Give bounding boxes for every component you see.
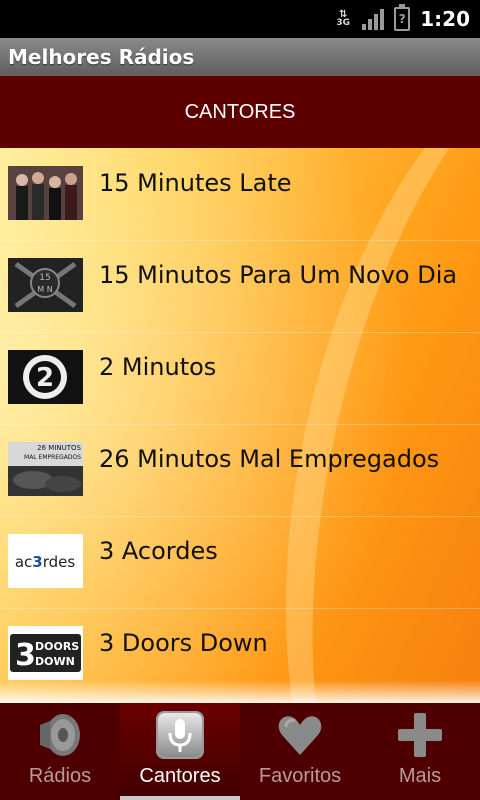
artist-thumbnail: 3 DOORS DOWN [8, 626, 83, 680]
artist-row-15-minutes-late[interactable]: 15 Minutes Late [0, 148, 480, 241]
tab-label: Cantores [139, 765, 221, 787]
network-3g-icon: ⇅ 3G [334, 10, 352, 28]
tab-radios[interactable]: Rádios [0, 703, 120, 800]
status-bar: ⇅ 3G ? 1:20 [0, 0, 480, 38]
artist-name: 26 Minutos Mal Empregados [99, 445, 440, 473]
heart-icon [276, 711, 324, 759]
section-header: CANTORES [0, 76, 480, 148]
tab-label: Mais [398, 765, 442, 787]
tab-mais[interactable]: Mais [360, 703, 480, 800]
artist-thumbnail: 15 M N [8, 258, 83, 312]
status-clock: 1:20 [420, 7, 470, 31]
svg-text:ac3rdes: ac3rdes [15, 553, 76, 571]
tab-favoritos[interactable]: Favoritos [240, 703, 360, 800]
artist-thumbnail [8, 166, 83, 220]
plus-icon [396, 711, 444, 759]
speaker-icon [36, 711, 84, 759]
artist-list[interactable]: 15 Minutes Late 15 M N 15 Minutos Para U… [0, 148, 480, 703]
section-title: CANTORES [184, 100, 296, 123]
svg-text:DOWN: DOWN [35, 655, 75, 668]
bottom-tab-bar: Rádios Cantores Favoritos Mais [0, 703, 480, 800]
app-title-bar: Melhores Rádios [0, 38, 480, 76]
tab-cantores[interactable]: Cantores [120, 703, 240, 800]
artist-row-26-minutos-mal-empregados[interactable]: 26 MINUTOS MAL EMPREGADOS 26 Minutos Mal… [0, 424, 480, 517]
artist-thumbnail: 26 MINUTOS MAL EMPREGADOS [8, 442, 83, 496]
artist-thumbnail: ac3rdes [8, 534, 83, 588]
artist-name: 2 Minutos [99, 353, 217, 381]
svg-text:3: 3 [15, 638, 36, 673]
artist-row-3-acordes[interactable]: ac3rdes 3 Acordes [0, 516, 480, 609]
svg-text:26 MINUTOS: 26 MINUTOS [37, 444, 81, 452]
svg-text:2: 2 [36, 363, 54, 393]
microphone-icon [156, 711, 204, 759]
artist-thumbnail: 2 [8, 350, 83, 404]
tab-label: Favoritos [258, 765, 342, 787]
artist-row-15-minutos-para-um-novo-dia[interactable]: 15 M N 15 Minutos Para Um Novo Dia [0, 240, 480, 333]
svg-text:15: 15 [39, 273, 50, 283]
artist-name: 15 Minutes Late [99, 169, 292, 197]
svg-text:M N: M N [37, 285, 52, 294]
artist-name: 15 Minutos Para Um Novo Dia [99, 261, 458, 289]
svg-text:MAL EMPREGADOS: MAL EMPREGADOS [24, 454, 81, 461]
network-type: 3G [336, 18, 351, 28]
artist-name: 3 Acordes [99, 537, 218, 565]
list-fade [0, 680, 480, 704]
tab-label: Rádios [28, 765, 92, 787]
app-title: Melhores Rádios [8, 45, 195, 69]
svg-text:DOORS: DOORS [35, 640, 79, 653]
artist-row-2-minutos[interactable]: 2 2 Minutos [0, 332, 480, 425]
battery-icon: ? [394, 4, 411, 31]
signal-strength-icon [362, 8, 385, 30]
